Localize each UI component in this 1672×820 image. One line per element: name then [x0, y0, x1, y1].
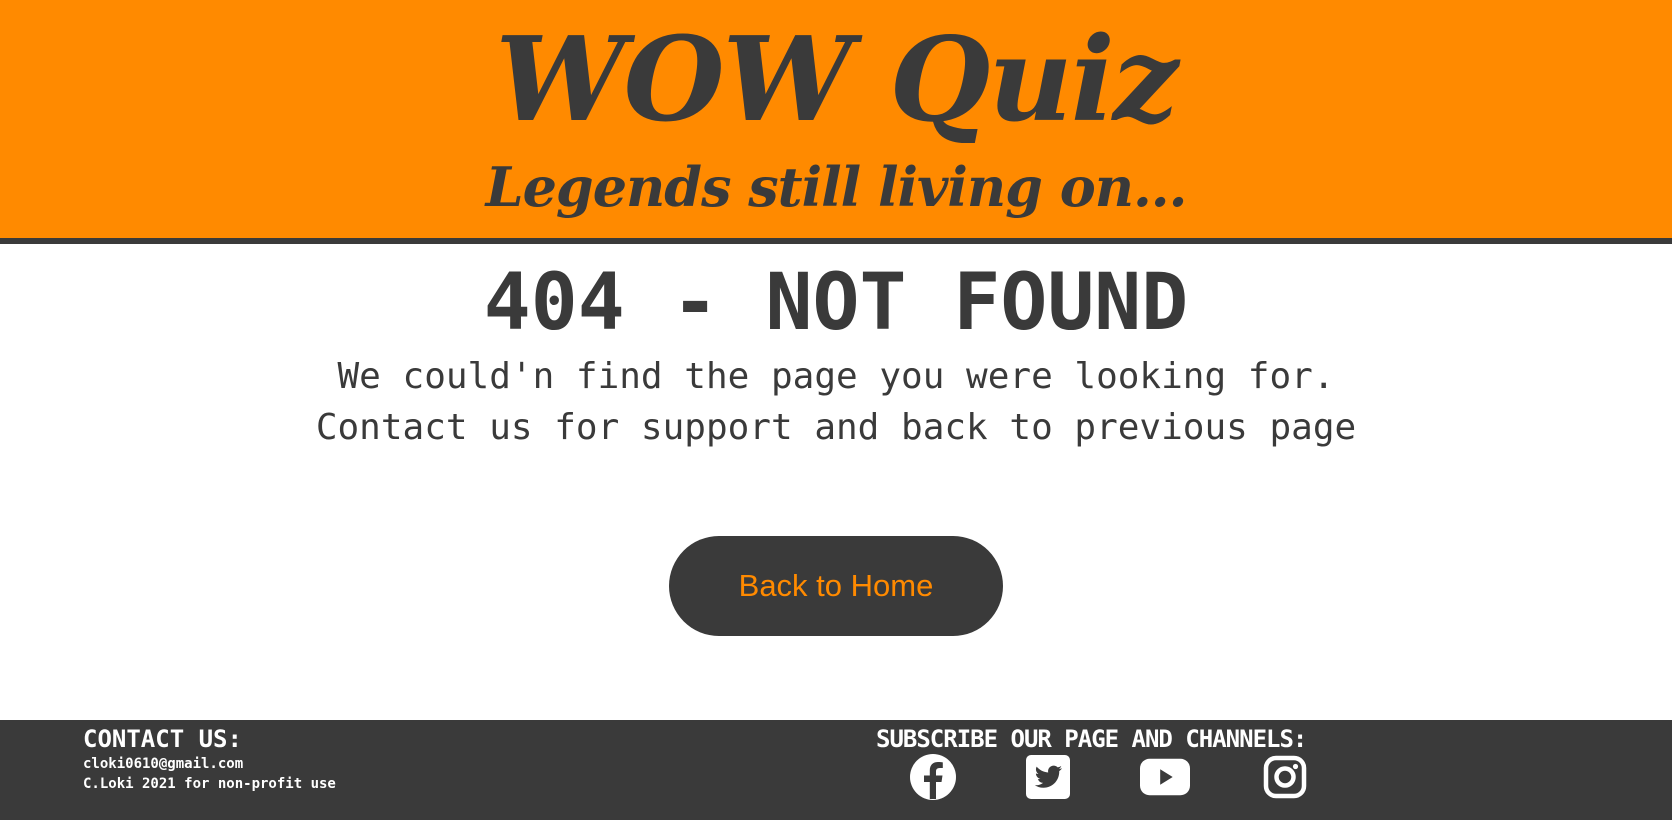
page: WOW Quiz Legends still living on... 404 …: [0, 0, 1672, 820]
youtube-icon[interactable]: [1140, 752, 1190, 802]
contact-email[interactable]: cloki0610@gmail.com: [83, 755, 243, 773]
site-tagline: Legends still living on...: [485, 155, 1188, 219]
instagram-icon[interactable]: [1260, 752, 1310, 802]
site-footer: CONTACT US: cloki0610@gmail.com C.Loki 2…: [0, 720, 1672, 820]
site-header: WOW Quiz Legends still living on...: [0, 0, 1672, 244]
error-message-line-2: Contact us for support and back to previ…: [315, 407, 1357, 448]
error-title: 404 - NOT FOUND: [483, 258, 1189, 348]
copyright-text: C.Loki 2021 for non-profit use: [83, 776, 336, 792]
subscribe-heading: SUBSCRIBE OUR PAGE AND CHANNELS:: [876, 725, 1307, 753]
contact-heading: CONTACT US:: [83, 725, 242, 753]
main-content: 404 - NOT FOUND We could'n find the page…: [0, 244, 1672, 720]
facebook-icon[interactable]: [908, 752, 958, 802]
back-to-home-button[interactable]: Back to Home: [669, 536, 1003, 636]
twitter-icon[interactable]: [1023, 752, 1073, 802]
error-message-line-1: We could'n find the page you were lookin…: [337, 356, 1335, 397]
site-title[interactable]: WOW Quiz: [0, 10, 1672, 150]
